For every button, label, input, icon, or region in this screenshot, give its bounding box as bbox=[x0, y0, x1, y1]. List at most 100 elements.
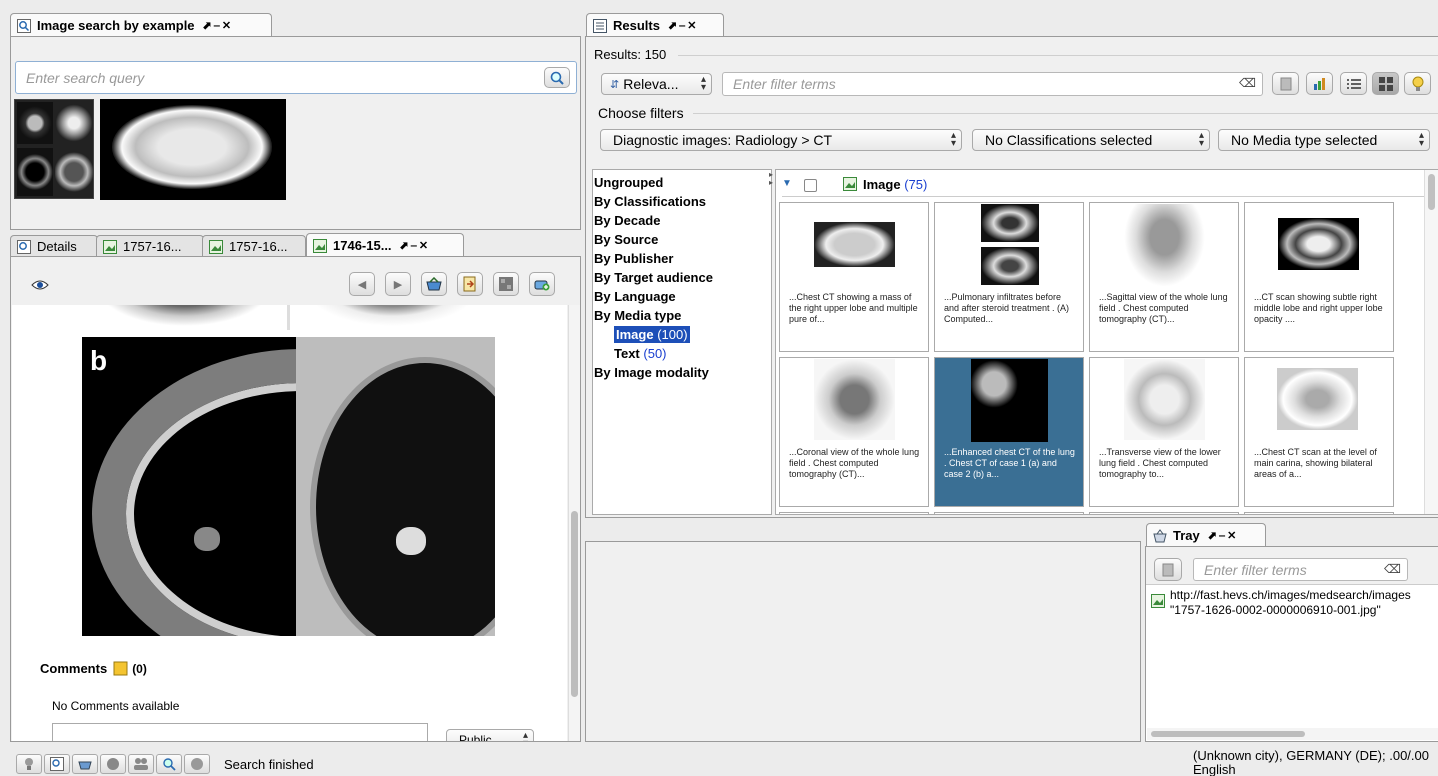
collapse-triangle-icon[interactable]: ▼ bbox=[782, 178, 792, 189]
example-image-thumb[interactable] bbox=[14, 99, 94, 199]
tab-label: 1757-16... bbox=[229, 239, 288, 254]
tray-filter-input[interactable]: Enter filter terms ⌫ bbox=[1193, 558, 1408, 581]
result-card[interactable]: ...Chest CT showing a mass of the right … bbox=[779, 202, 929, 352]
tab-controls[interactable]: ⬈‒✕ bbox=[1208, 529, 1239, 542]
visibility-value: Public bbox=[459, 733, 492, 741]
basket-button[interactable] bbox=[72, 754, 98, 774]
previous-button[interactable]: ◀ bbox=[349, 272, 375, 296]
figure-image[interactable]: b bbox=[82, 337, 495, 636]
result-thumbnail bbox=[971, 359, 1048, 442]
grid-view-button[interactable] bbox=[1372, 72, 1399, 95]
filter-select-classification[interactable]: No Classifications selected ▴ ▾ bbox=[972, 129, 1210, 151]
ct-window-lung bbox=[296, 337, 495, 636]
example-image-large[interactable] bbox=[100, 99, 286, 200]
tree-item-decade[interactable]: By Decade bbox=[594, 211, 771, 230]
similar-images-button[interactable] bbox=[493, 272, 519, 296]
globe-button[interactable] bbox=[100, 754, 126, 774]
search-example-button[interactable] bbox=[44, 754, 70, 774]
sort-select[interactable]: ⇵ Releva... ▴ ▾ bbox=[601, 73, 712, 95]
tab-image-2[interactable]: 1757-16... bbox=[202, 235, 306, 257]
tray-hscrollbar[interactable] bbox=[1147, 728, 1438, 740]
add-to-tray-button[interactable] bbox=[529, 272, 555, 296]
result-card[interactable]: ...Coronal view of the whole lung field … bbox=[779, 357, 929, 507]
search-query-input[interactable]: Enter search query bbox=[15, 61, 577, 94]
search-button[interactable] bbox=[544, 67, 570, 88]
tab-controls[interactable]: ⬈‒✕ bbox=[400, 239, 431, 252]
tray-item-text: http://fast.hevs.ch/images/medsearch/ima… bbox=[1170, 588, 1411, 622]
tray-hscroll-thumb[interactable] bbox=[1151, 731, 1305, 737]
tray-item[interactable]: http://fast.hevs.ch/images/medsearch/ima… bbox=[1151, 588, 1438, 622]
ct-chest-wall bbox=[92, 349, 296, 636]
tree-item-ungrouped[interactable]: Ungrouped bbox=[594, 173, 771, 192]
result-card[interactable]: ...CT scan showing subtle right middle l… bbox=[1244, 202, 1394, 352]
result-card[interactable] bbox=[1089, 512, 1239, 514]
result-card[interactable] bbox=[934, 512, 1084, 514]
tab-controls[interactable]: ⬈‒✕ bbox=[203, 19, 234, 32]
results-scrollbar[interactable] bbox=[1424, 170, 1438, 514]
export-button[interactable] bbox=[457, 272, 483, 296]
results-filter-input[interactable]: Enter filter terms ⌫ bbox=[722, 72, 1263, 96]
eye-icon[interactable] bbox=[31, 279, 49, 291]
tree-child-image-selected[interactable]: Image (100) bbox=[614, 326, 690, 343]
tab-details[interactable]: Details bbox=[10, 235, 98, 257]
tab-label: Details bbox=[37, 239, 77, 254]
copy-button[interactable] bbox=[1272, 72, 1299, 95]
image-scroll-area[interactable]: b Comments (0) No Comments available Pub… bbox=[12, 305, 567, 741]
tree-child-image[interactable]: Image (100) bbox=[594, 325, 771, 344]
clear-icon[interactable]: ⌫ bbox=[1239, 76, 1256, 90]
tree-item-classifications[interactable]: By Classifications bbox=[594, 192, 771, 211]
detail-scrollbar[interactable] bbox=[568, 305, 580, 741]
tab-image-active[interactable]: 1746-15... ⬈‒✕ bbox=[306, 233, 464, 257]
search-icon bbox=[17, 239, 31, 254]
result-card-selected[interactable]: ...Enhanced chest CT of the lung . Chest… bbox=[934, 357, 1084, 507]
results-scroll-thumb[interactable] bbox=[1428, 174, 1435, 210]
search-icon bbox=[50, 757, 64, 771]
clear-icon[interactable]: ⌫ bbox=[1384, 562, 1401, 576]
tab-image-search[interactable]: Image search by example ⬈‒✕ bbox=[10, 13, 272, 37]
filter-select-modality[interactable]: Diagnostic images: Radiology > CT ▴ ▾ bbox=[600, 129, 962, 151]
chat-button[interactable] bbox=[184, 754, 210, 774]
add-to-basket-button[interactable] bbox=[421, 272, 447, 296]
tree-item-media-type[interactable]: By Media type bbox=[594, 306, 771, 325]
group-checkbox[interactable] bbox=[804, 179, 817, 192]
arrow-left-icon: ◀ bbox=[357, 278, 367, 291]
comment-textarea[interactable] bbox=[52, 723, 428, 741]
image-icon bbox=[103, 239, 117, 254]
users-button[interactable] bbox=[128, 754, 154, 774]
list-view-button[interactable] bbox=[1340, 72, 1367, 95]
visibility-select[interactable]: Public ▴▾ bbox=[446, 729, 534, 741]
status-text: Search finished bbox=[224, 756, 314, 772]
tab-tray[interactable]: Tray ⬈‒✕ bbox=[1146, 523, 1266, 547]
search-button[interactable] bbox=[156, 754, 182, 774]
detail-scroll-thumb[interactable] bbox=[571, 511, 578, 697]
result-card[interactable]: ...Transverse view of the lower lung fie… bbox=[1089, 357, 1239, 507]
tab-image-1[interactable]: 1757-16... bbox=[96, 235, 204, 257]
grid-view-icon bbox=[1378, 76, 1393, 91]
tray-copy-button[interactable] bbox=[1154, 558, 1182, 581]
result-caption: ...Chest CT showing a mass of the right … bbox=[789, 292, 918, 324]
search-placeholder: Enter search query bbox=[26, 69, 145, 86]
tree-item-source[interactable]: By Source bbox=[594, 230, 771, 249]
tab-controls[interactable]: ⬈‒✕ bbox=[668, 19, 699, 32]
result-card[interactable] bbox=[779, 512, 929, 514]
filter-select-media-type[interactable]: No Media type selected ▴ ▾ bbox=[1218, 129, 1430, 151]
tree-item-target-audience[interactable]: By Target audience bbox=[594, 268, 771, 287]
result-card[interactable]: ...Chest CT scan at the level of main ca… bbox=[1244, 357, 1394, 507]
tree-item-image-modality[interactable]: By Image modality bbox=[594, 363, 771, 382]
tree-item-language[interactable]: By Language bbox=[594, 287, 771, 306]
result-card[interactable]: ...Pulmonary infiltrates before and afte… bbox=[934, 202, 1084, 352]
result-card[interactable] bbox=[1244, 512, 1394, 514]
chart-button[interactable] bbox=[1306, 72, 1333, 95]
tips-button[interactable] bbox=[1404, 72, 1431, 95]
result-card[interactable]: ...Sagittal view of the whole lung field… bbox=[1089, 202, 1239, 352]
tab-results[interactable]: Results ⬈‒✕ bbox=[586, 13, 724, 37]
comments-count: (0) bbox=[132, 661, 147, 676]
next-button[interactable]: ▶ bbox=[385, 272, 411, 296]
tips-button[interactable] bbox=[16, 754, 42, 774]
ct-body bbox=[112, 105, 272, 189]
list-icon bbox=[593, 18, 607, 33]
list-view-icon bbox=[1346, 78, 1361, 89]
tree-child-text[interactable]: Text (50) bbox=[594, 344, 771, 363]
tree-item-publisher[interactable]: By Publisher bbox=[594, 249, 771, 268]
note-icon[interactable] bbox=[113, 661, 129, 676]
